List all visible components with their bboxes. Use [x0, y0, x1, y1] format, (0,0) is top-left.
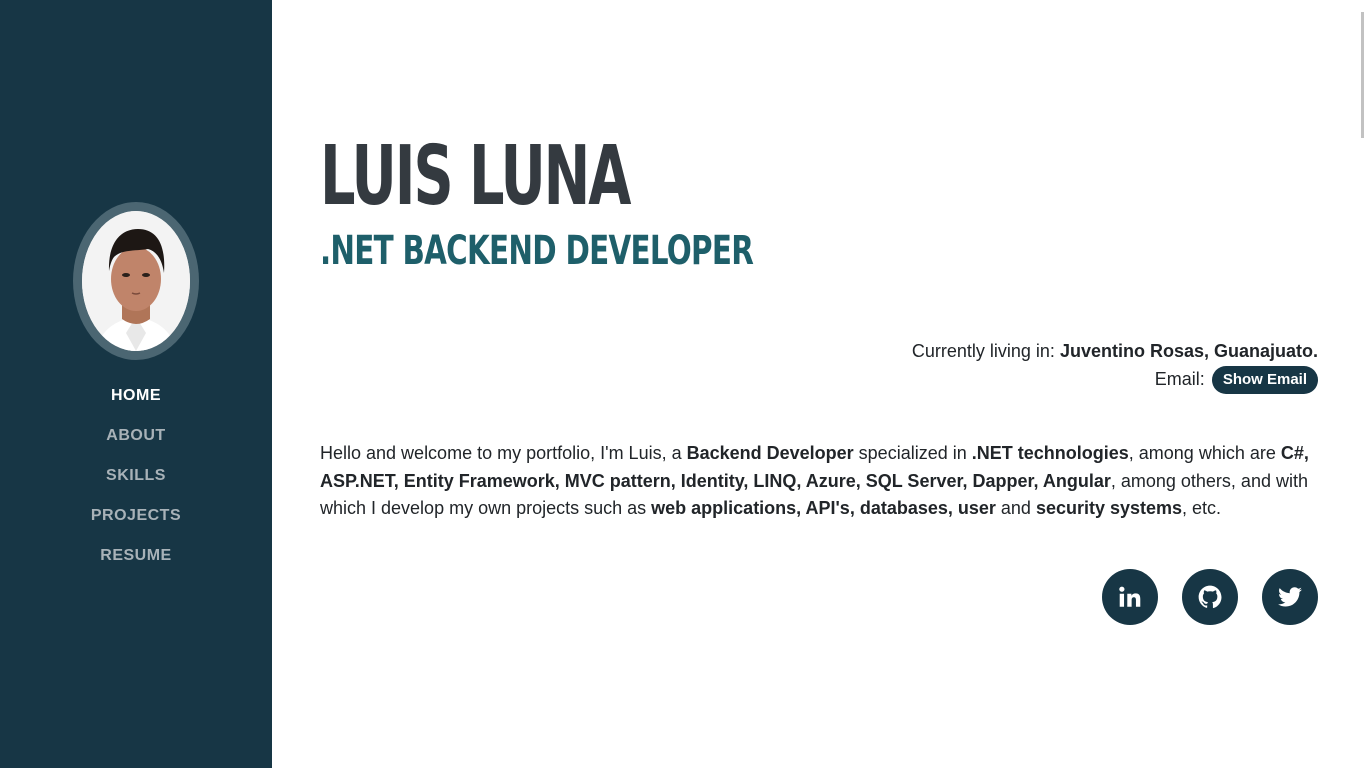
- email-line: Email: Show Email: [912, 365, 1318, 395]
- github-button[interactable]: [1182, 569, 1238, 625]
- nav-item-resume[interactable]: RESUME: [0, 540, 272, 580]
- bio-highlight: security systems: [1035, 498, 1183, 518]
- avatar: [82, 211, 190, 351]
- bio-highlight: web applications, API's, databases, user: [651, 498, 996, 518]
- location-value: Juventino Rosas, Guanajuato.: [1059, 341, 1318, 361]
- email-label: Email:: [1154, 369, 1205, 389]
- location-line: Currently living in: Juventino Rosas, Gu…: [912, 337, 1318, 365]
- linkedin-button[interactable]: [1102, 569, 1158, 625]
- bio-text: , among which are: [1128, 443, 1281, 463]
- main-content: LUIS LUNA .NET BACKEND DEVELOPER Current…: [272, 0, 1360, 768]
- bio-text: Hello and welcome to my portfolio, I'm L…: [320, 443, 687, 463]
- sidebar: HOME ABOUT SKILLS PROJECTS RESUME: [0, 0, 272, 768]
- page-subtitle: .NET BACKEND DEVELOPER: [320, 228, 754, 274]
- page-scrollbar[interactable]: [1360, 0, 1366, 768]
- bio-text: and: [995, 498, 1036, 518]
- scrollbar-thumb[interactable]: [1361, 12, 1364, 138]
- profile-photo: [82, 211, 190, 351]
- show-email-button[interactable]: Show Email: [1211, 366, 1318, 395]
- nav-item-home[interactable]: HOME: [0, 380, 272, 420]
- contact-info: Currently living in: Juventino Rosas, Gu…: [912, 337, 1318, 395]
- bio-highlight: .NET technologies: [971, 443, 1129, 463]
- bio-text: specialized in: [853, 443, 972, 463]
- bio-text: , etc.: [1182, 498, 1222, 518]
- nav-item-projects[interactable]: PROJECTS: [0, 500, 272, 540]
- bio-paragraph: Hello and welcome to my portfolio, I'm L…: [320, 440, 1330, 523]
- main-nav: HOME ABOUT SKILLS PROJECTS RESUME: [0, 380, 272, 580]
- page-title: LUIS LUNA: [320, 129, 631, 224]
- avatar-frame: [73, 202, 199, 360]
- location-label: Currently living in:: [911, 341, 1055, 361]
- github-icon: [1198, 585, 1222, 609]
- nav-item-skills[interactable]: SKILLS: [0, 460, 272, 500]
- social-links: [1102, 569, 1318, 625]
- nav-item-about[interactable]: ABOUT: [0, 420, 272, 460]
- twitter-button[interactable]: [1262, 569, 1318, 625]
- linkedin-icon: [1119, 586, 1141, 607]
- twitter-icon: [1278, 587, 1302, 607]
- bio-highlight: Backend Developer: [686, 443, 854, 463]
